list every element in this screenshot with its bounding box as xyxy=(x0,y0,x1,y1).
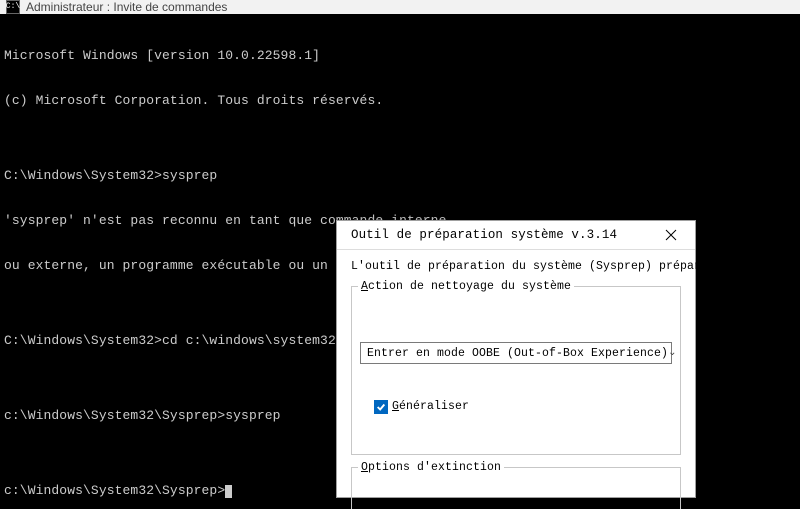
cleanup-action-value: Entrer en mode OOBE (Out-of-Box Experien… xyxy=(367,346,668,361)
shutdown-fieldset: Options d'extinction Redémarrer ⌄ xyxy=(351,467,681,509)
close-button[interactable] xyxy=(653,221,689,249)
dialog-description: L'outil de préparation du système (Syspr… xyxy=(351,260,681,274)
close-icon xyxy=(665,229,677,241)
check-icon xyxy=(376,402,386,412)
generalize-label[interactable]: Généraliser xyxy=(392,399,469,414)
terminal-output[interactable]: Microsoft Windows [version 10.0.22598.1]… xyxy=(0,14,800,509)
terminal-line: (c) Microsoft Corporation. Tous droits r… xyxy=(4,93,796,108)
cmd-title: Administrateur : Invite de commandes xyxy=(26,0,227,14)
shutdown-legend: Options d'extinction xyxy=(358,460,504,475)
terminal-line: Microsoft Windows [version 10.0.22598.1] xyxy=(4,48,796,63)
dialog-body: L'outil de préparation du système (Syspr… xyxy=(337,250,695,509)
cmd-icon: C:\ xyxy=(6,0,20,14)
cleanup-action-combo[interactable]: Entrer en mode OOBE (Out-of-Box Experien… xyxy=(360,342,672,364)
cursor xyxy=(225,485,232,498)
cleanup-legend: Action de nettoyage du système xyxy=(358,279,574,294)
sysprep-dialog: Outil de préparation système v.3.14 L'ou… xyxy=(336,220,696,498)
generalize-row: Généraliser xyxy=(374,399,672,414)
generalize-checkbox[interactable] xyxy=(374,400,388,414)
command-prompt-window: C:\ Administrateur : Invite de commandes… xyxy=(0,0,800,509)
dialog-titlebar[interactable]: Outil de préparation système v.3.14 xyxy=(337,221,695,250)
dialog-title: Outil de préparation système v.3.14 xyxy=(351,228,653,243)
chevron-down-icon: ⌄ xyxy=(668,346,676,361)
cleanup-fieldset: Action de nettoyage du système Entrer en… xyxy=(351,286,681,455)
terminal-line: C:\Windows\System32>sysprep xyxy=(4,168,796,183)
cmd-titlebar: C:\ Administrateur : Invite de commandes xyxy=(0,0,800,14)
